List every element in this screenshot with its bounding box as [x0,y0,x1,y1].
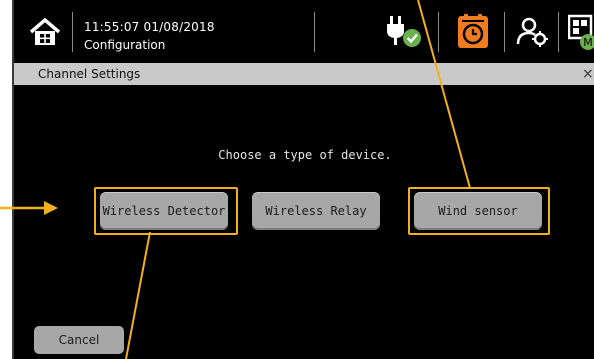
device-type-prompt: Choose a type of device. [218,148,392,162]
cancel-button[interactable]: Cancel [34,326,124,354]
mode-button[interactable]: M [567,14,594,58]
mode-grid-icon: M [567,14,594,50]
separator [72,12,73,52]
separator [438,12,439,52]
clock-time: 11:55:07 01/08/2018 [84,20,215,34]
user-settings-icon [516,17,548,47]
power-plug-check-icon [387,16,421,47]
wireless-relay-button[interactable]: Wireless Relay [252,192,380,230]
timer-button[interactable] [456,14,490,54]
alarm-clock-icon [458,14,488,48]
dialog-titlebar: Channel Settings × [14,63,594,85]
close-icon[interactable]: × [582,63,594,85]
separator [558,12,559,52]
status-bar: 11:55:07 01/08/2018 Configuration M [14,0,594,62]
separator [504,12,505,52]
user-button[interactable] [516,16,550,52]
dialog-title: Channel Settings [38,67,141,81]
home-icon [29,17,61,45]
separator [314,12,315,52]
wind-sensor-button[interactable]: Wind sensor [414,192,542,230]
home-button[interactable] [28,16,62,50]
screen-subtitle: Configuration [84,38,166,52]
mode-badge: M [583,36,593,49]
device-screen: 11:55:07 01/08/2018 Configuration M Chan… [12,0,594,359]
power-status-button[interactable] [386,14,426,54]
wireless-detector-button[interactable]: Wireless Detector [100,192,228,230]
